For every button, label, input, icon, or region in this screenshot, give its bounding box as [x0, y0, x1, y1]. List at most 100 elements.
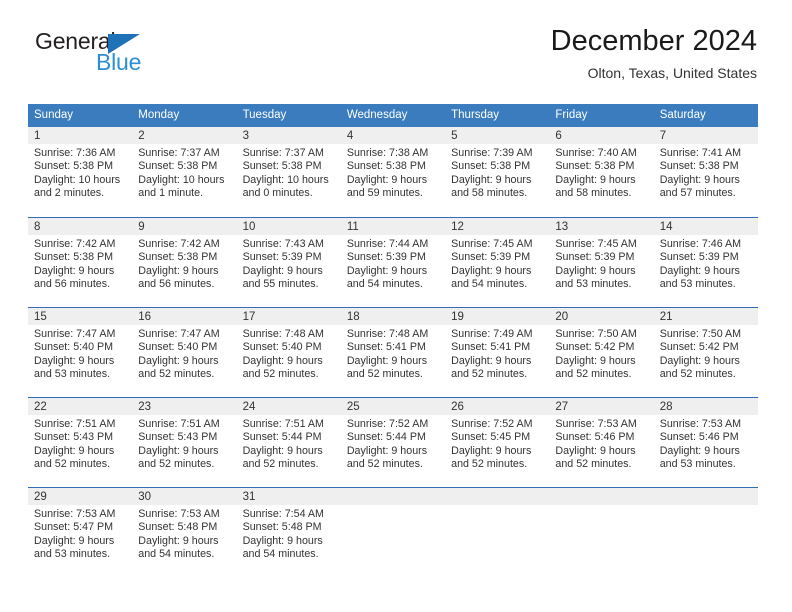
day-cell[interactable]: 19 Sunrise: 7:49 AM Sunset: 5:41 PM Dayligh… [445, 308, 550, 397]
day-number: 12 [445, 218, 550, 235]
day-details [341, 505, 445, 508]
day-details: Sunrise: 7:49 AM Sunset: 5:41 PM Daylight:… [445, 325, 549, 382]
daylight-text-line1: Daylight: 9 hours [555, 354, 636, 367]
day-details: Sunrise: 7:47 AM Sunset: 5:40 PM Daylight:… [28, 325, 132, 382]
day-cell[interactable]: 5 Sunrise: 7:39 AM Sunset: 5:38 PM Daylight… [445, 127, 550, 217]
day-cell[interactable]: 15 Sunrise: 7:47 AM Sunset: 5:40 PM Dayligh… [28, 308, 133, 397]
sunset-text: Sunset: 5:39 PM [346, 251, 426, 264]
day-cell[interactable]: 23 Sunrise: 7:51 AM Sunset: 5:43 PM Dayligh… [132, 398, 237, 487]
day-cell[interactable]: 9 Sunrise: 7:42 AM Sunset: 5:38 PM Daylight… [132, 218, 237, 307]
day-number: 31 [236, 488, 341, 505]
day-details [445, 505, 549, 508]
sunset-text: Sunset: 5:42 PM [555, 341, 635, 354]
day-cell[interactable]: 25 Sunrise: 7:52 AM Sunset: 5:44 PM Dayligh… [340, 398, 446, 487]
daylight-text-line1: Daylight: 9 hours [555, 173, 636, 186]
day-number: 26 [445, 398, 550, 415]
day-details: Sunrise: 7:37 AM Sunset: 5:38 PM Daylight:… [132, 144, 236, 201]
day-cell[interactable]: 27 Sunrise: 7:53 AM Sunset: 5:46 PM Dayligh… [549, 398, 654, 487]
day-number: 8 [28, 218, 133, 235]
day-cell-empty [445, 488, 550, 577]
sunrise-text: Sunrise: 7:48 AM [242, 328, 324, 340]
day-details: Sunrise: 7:36 AM Sunset: 5:38 PM Daylight:… [28, 144, 132, 201]
location-subtitle: Olton, Texas, United States [587, 65, 757, 81]
day-details: Sunrise: 7:54 AM Sunset: 5:48 PM Daylight:… [237, 505, 341, 562]
day-cell[interactable]: 11 Sunrise: 7:44 AM Sunset: 5:39 PM Dayligh… [340, 218, 446, 307]
daylight-text-line2: and 52 minutes. [451, 458, 528, 471]
weekday-header-monday: Monday [138, 109, 180, 121]
sunrise-text: Sunrise: 7:36 AM [34, 147, 116, 159]
day-number: 14 [653, 218, 758, 235]
daylight-text-line1: Daylight: 9 hours [451, 264, 532, 277]
daylight-text-line1: Daylight: 10 hours [138, 173, 225, 186]
day-number: 2 [132, 127, 237, 144]
daylight-text-line1: Daylight: 9 hours [451, 354, 532, 367]
sunrise-text: Sunrise: 7:51 AM [34, 418, 116, 430]
daylight-text-line2: and 52 minutes. [346, 458, 423, 471]
day-cell[interactable]: 30 Sunrise: 7:53 AM Sunset: 5:48 PM Dayligh… [132, 488, 237, 577]
day-cell[interactable]: 10 Sunrise: 7:43 AM Sunset: 5:39 PM Dayligh… [236, 218, 341, 307]
sunset-text: Sunset: 5:48 PM [138, 521, 218, 534]
sunset-text: Sunset: 5:40 PM [242, 341, 322, 354]
day-number: 10 [236, 218, 341, 235]
day-cell[interactable]: 29 Sunrise: 7:53 AM Sunset: 5:47 PM Dayligh… [28, 488, 133, 577]
daylight-text-line1: Daylight: 10 hours [34, 173, 121, 186]
day-cell[interactable]: 13 Sunrise: 7:45 AM Sunset: 5:39 PM Dayligh… [549, 218, 654, 307]
daylight-text-line2: and 2 minutes. [34, 187, 105, 200]
day-details: Sunrise: 7:48 AM Sunset: 5:41 PM Daylight:… [341, 325, 445, 382]
day-cell[interactable]: 12 Sunrise: 7:45 AM Sunset: 5:39 PM Dayligh… [445, 218, 550, 307]
daylight-text-line2: and 54 minutes. [451, 278, 528, 291]
day-cell[interactable]: 7 Sunrise: 7:41 AM Sunset: 5:38 PM Daylight… [653, 127, 758, 217]
day-number: 17 [236, 308, 341, 325]
sunrise-text: Sunrise: 7:37 AM [138, 147, 220, 159]
day-details: Sunrise: 7:42 AM Sunset: 5:38 PM Daylight:… [132, 235, 236, 292]
day-details: Sunrise: 7:52 AM Sunset: 5:45 PM Daylight:… [445, 415, 549, 472]
day-number: 25 [340, 398, 446, 415]
sunset-text: Sunset: 5:38 PM [138, 251, 218, 264]
day-details: Sunrise: 7:37 AM Sunset: 5:38 PM Daylight:… [237, 144, 341, 201]
day-cell[interactable]: 31 Sunrise: 7:54 AM Sunset: 5:48 PM Dayligh… [236, 488, 341, 577]
day-cell[interactable]: 26 Sunrise: 7:52 AM Sunset: 5:45 PM Dayligh… [445, 398, 550, 487]
day-cell[interactable]: 16 Sunrise: 7:47 AM Sunset: 5:40 PM Dayligh… [132, 308, 237, 397]
logo-text-blue: Blue [96, 49, 142, 75]
day-details: Sunrise: 7:39 AM Sunset: 5:38 PM Daylight:… [445, 144, 549, 201]
daylight-text-line2: and 53 minutes. [34, 368, 111, 381]
day-details: Sunrise: 7:53 AM Sunset: 5:46 PM Daylight:… [654, 415, 758, 472]
day-cell[interactable]: 17 Sunrise: 7:48 AM Sunset: 5:40 PM Dayligh… [236, 308, 341, 397]
weekday-header-row: Sunday Monday Tuesday Wednesday Thursday Frid… [28, 104, 758, 127]
general-blue-logo[interactable]: General Blue [35, 30, 265, 78]
day-number: 1 [28, 127, 133, 144]
sunset-text: Sunset: 5:48 PM [242, 521, 322, 534]
day-cell-empty [653, 488, 758, 577]
day-details: Sunrise: 7:45 AM Sunset: 5:39 PM Daylight:… [445, 235, 549, 292]
sunset-text: Sunset: 5:38 PM [555, 160, 635, 173]
day-cell[interactable]: 14 Sunrise: 7:46 AM Sunset: 5:39 PM Dayligh… [653, 218, 758, 307]
day-cell[interactable]: 3 Sunrise: 7:37 AM Sunset: 5:38 PM Daylight… [236, 127, 341, 217]
day-cell[interactable]: 2 Sunrise: 7:37 AM Sunset: 5:38 PM Daylight… [132, 127, 237, 217]
week-row: 15 Sunrise: 7:47 AM Sunset: 5:40 PM Dayligh… [28, 307, 758, 397]
day-cell[interactable]: 6 Sunrise: 7:40 AM Sunset: 5:38 PM Daylight… [549, 127, 654, 217]
day-cell[interactable]: 18 Sunrise: 7:48 AM Sunset: 5:41 PM Dayligh… [340, 308, 446, 397]
sunset-text: Sunset: 5:38 PM [34, 160, 114, 173]
day-number [445, 488, 550, 505]
week-row: 29 Sunrise: 7:53 AM Sunset: 5:47 PM Dayligh… [28, 487, 758, 577]
daylight-text-line1: Daylight: 9 hours [34, 444, 115, 457]
day-cell[interactable]: 22 Sunrise: 7:51 AM Sunset: 5:43 PM Dayligh… [28, 398, 133, 487]
day-cell[interactable]: 28 Sunrise: 7:53 AM Sunset: 5:46 PM Dayligh… [653, 398, 758, 487]
sunrise-text: Sunrise: 7:53 AM [138, 508, 220, 520]
weekday-header-saturday: Saturday [659, 109, 706, 121]
day-cell[interactable]: 21 Sunrise: 7:50 AM Sunset: 5:42 PM Dayligh… [653, 308, 758, 397]
daylight-text-line2: and 53 minutes. [659, 278, 736, 291]
day-cell[interactable]: 1 Sunrise: 7:36 AM Sunset: 5:38 PM Daylight… [28, 127, 133, 217]
calendar-grid: Sunday Monday Tuesday Wednesday Thursday Frid… [28, 104, 758, 577]
sunset-text: Sunset: 5:40 PM [138, 341, 218, 354]
day-cell[interactable]: 20 Sunrise: 7:50 AM Sunset: 5:42 PM Dayligh… [549, 308, 654, 397]
daylight-text-line2: and 54 minutes. [242, 548, 319, 561]
weekday-header-sunday: Sunday [34, 109, 74, 121]
day-cell[interactable]: 8 Sunrise: 7:42 AM Sunset: 5:38 PM Daylight… [28, 218, 133, 307]
day-details: Sunrise: 7:53 AM Sunset: 5:48 PM Daylight:… [132, 505, 236, 562]
week-row: 1 Sunrise: 7:36 AM Sunset: 5:38 PM Daylight… [28, 127, 758, 217]
daylight-text-line2: and 57 minutes. [659, 187, 736, 200]
day-cell[interactable]: 24 Sunrise: 7:51 AM Sunset: 5:44 PM Dayligh… [236, 398, 341, 487]
daylight-text-line1: Daylight: 9 hours [346, 354, 428, 367]
day-cell[interactable]: 4 Sunrise: 7:38 AM Sunset: 5:38 PM Daylight… [340, 127, 446, 217]
